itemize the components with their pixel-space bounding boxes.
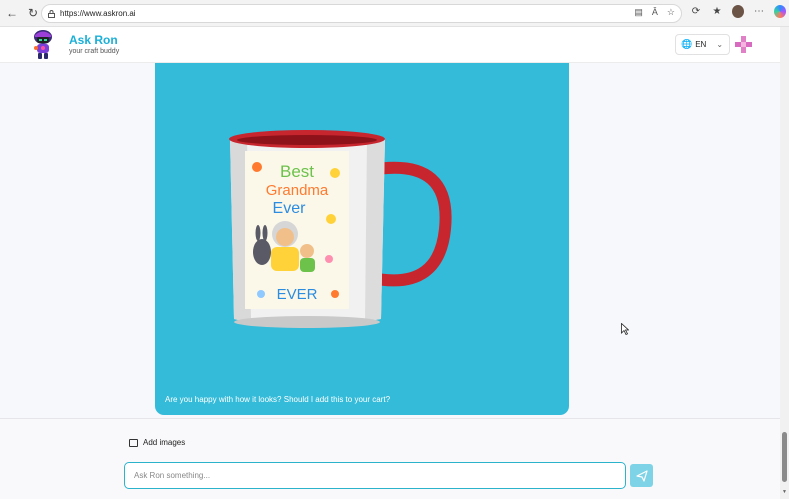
- send-icon: [635, 469, 648, 482]
- app-header: Ask Ron your craft buddy 🌐 EN ⌄: [0, 27, 780, 63]
- reader-view-icon[interactable]: ▤: [634, 7, 643, 18]
- language-value: EN: [695, 40, 707, 49]
- url-text: https://www.askron.ai: [60, 9, 136, 18]
- page-scrollbar[interactable]: ▼: [780, 27, 789, 499]
- mug-preview-card: Best Grandma Ever EVER Are you happy wit…: [155, 63, 569, 415]
- globe-icon: 🌐: [681, 39, 693, 49]
- mug-text-grandma: Grandma: [266, 182, 329, 199]
- add-images-button[interactable]: Add images: [129, 438, 185, 447]
- more-menu-icon[interactable]: ⋯: [753, 6, 765, 17]
- send-button[interactable]: [630, 464, 653, 487]
- app-title: Ask Ron: [69, 33, 118, 47]
- chevron-down-icon: ⌄: [716, 40, 724, 49]
- assistant-message: Are you happy with how it looks? Should …: [165, 395, 391, 404]
- ron-mascot-logo[interactable]: [32, 29, 54, 61]
- browser-toolbar: ← ↻ https://www.askron.ai ▤ Â ☆ ⟳ ★ ⋯: [0, 0, 789, 27]
- partner-plus-logo[interactable]: [735, 36, 752, 53]
- mug-text-ever-2: EVER: [277, 286, 318, 303]
- profile-avatar[interactable]: [732, 5, 744, 18]
- chat-input[interactable]: [124, 462, 626, 489]
- favorites-icon[interactable]: ★: [711, 6, 723, 17]
- extensions-icon[interactable]: ⟳: [690, 6, 702, 17]
- scrollbar-thumb[interactable]: [782, 432, 787, 482]
- lock-icon: [48, 9, 55, 18]
- back-icon[interactable]: ←: [3, 4, 21, 22]
- mouse-cursor-icon: [621, 323, 629, 335]
- mug-text-ever: Ever: [273, 200, 307, 217]
- image-icon: [129, 438, 138, 447]
- mug-text-best: Best: [280, 162, 314, 181]
- app-subtitle: your craft buddy: [69, 48, 120, 55]
- scroll-down-arrow-icon[interactable]: ▼: [782, 489, 787, 495]
- copilot-icon[interactable]: [774, 5, 786, 18]
- language-select[interactable]: 🌐 EN ⌄: [675, 34, 730, 55]
- refresh-icon[interactable]: ↻: [24, 4, 42, 22]
- read-aloud-icon[interactable]: Â: [652, 7, 658, 18]
- favorite-star-icon[interactable]: ☆: [667, 7, 675, 18]
- chat-thread: Best Grandma Ever EVER Are you happy wit…: [0, 63, 780, 418]
- add-images-label: Add images: [143, 438, 186, 447]
- mug-preview-image: Best Grandma Ever EVER: [229, 130, 452, 328]
- address-bar[interactable]: https://www.askron.ai ▤ Â ☆: [41, 4, 682, 23]
